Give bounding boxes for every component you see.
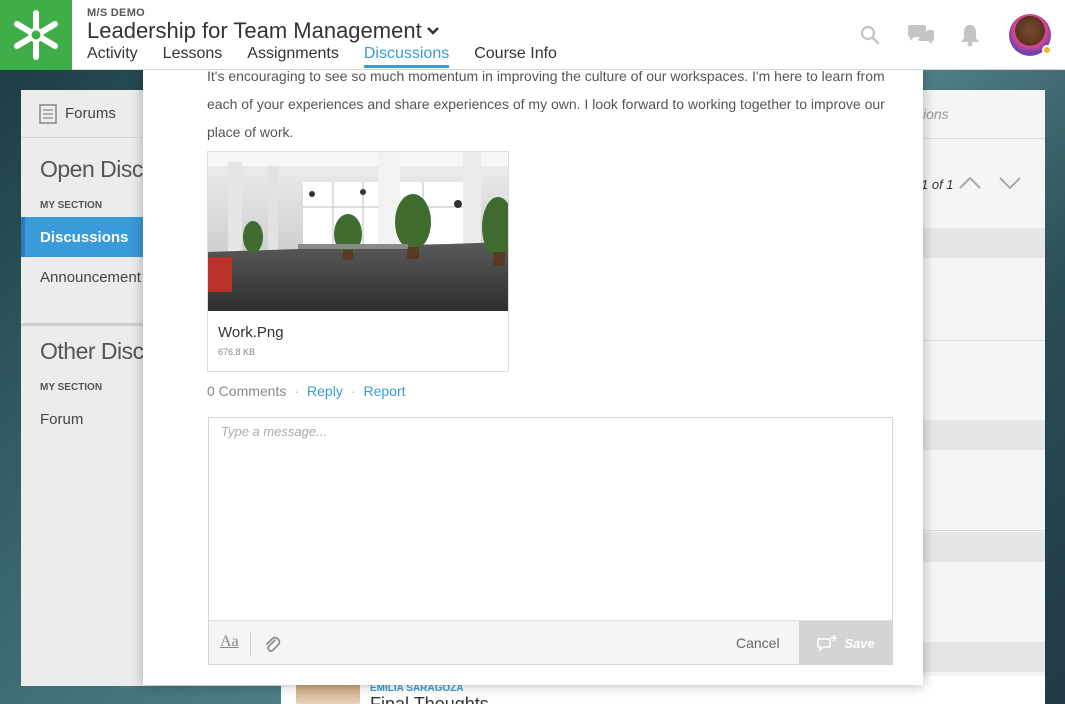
reply-link[interactable]: Reply <box>307 383 343 399</box>
chevron-up-icon[interactable] <box>959 176 981 190</box>
attachment-image[interactable] <box>208 152 508 311</box>
cancel-button[interactable]: Cancel <box>736 635 780 651</box>
save-button[interactable]: Save <box>799 621 892 665</box>
tab-lessons[interactable]: Lessons <box>163 45 223 68</box>
presence-status-dot <box>1042 45 1052 55</box>
message-input[interactable] <box>209 418 892 620</box>
attachment-filename[interactable]: Work.Png <box>218 324 284 341</box>
list-band <box>923 228 1045 258</box>
pager-count: 1 of 1 <box>921 177 954 192</box>
list-band <box>923 642 1045 672</box>
separator-dot: · <box>350 383 356 399</box>
separator-dot: · <box>294 383 300 399</box>
toolbar-separator <box>250 631 251 657</box>
reply-composer: Aa Cancel Save <box>208 417 893 665</box>
tab-activity[interactable]: Activity <box>87 45 138 68</box>
course-nav: Activity Lessons Assignments Discussions… <box>87 45 582 68</box>
top-header: M/S DEMO Leadership for Team Management … <box>0 0 1065 70</box>
post-actions: 0 Comments · Reply · Report <box>207 383 406 399</box>
other-section-label: MY SECTION <box>40 382 103 393</box>
list-row-divider <box>923 530 1045 531</box>
composer-toolbar: Aa Cancel Save <box>209 620 892 665</box>
tab-assignments[interactable]: Assignments <box>247 45 339 68</box>
messages-icon[interactable] <box>906 24 936 46</box>
tab-course-info[interactable]: Course Info <box>474 45 557 68</box>
sessions-tab-fragment[interactable]: ions <box>923 106 949 122</box>
strip-divider <box>923 138 1045 139</box>
sidebar-forums-label: Forums <box>65 105 116 122</box>
attachment-filesize: 676.8 KB <box>218 347 256 357</box>
report-link[interactable]: Report <box>364 383 406 399</box>
paperclip-icon[interactable] <box>263 634 281 654</box>
bell-icon[interactable] <box>960 23 980 47</box>
chevron-down-icon[interactable] <box>999 176 1021 190</box>
save-label: Save <box>844 635 875 651</box>
list-row-divider <box>923 340 1045 341</box>
forum-list-icon <box>39 103 57 124</box>
author-photo <box>296 684 360 704</box>
tab-discussions[interactable]: Discussions <box>363 45 450 68</box>
course-title-text: Leadership for Team Management <box>87 18 422 43</box>
list-band <box>923 420 1045 450</box>
text-format-button[interactable]: Aa <box>220 633 239 651</box>
add-comment-icon <box>817 635 838 652</box>
search-icon[interactable] <box>860 25 880 45</box>
course-title[interactable]: Leadership for Team Management <box>87 18 440 44</box>
post-title[interactable]: Final Thoughts <box>370 694 489 704</box>
comments-count-link[interactable]: 0 Comments <box>207 383 286 399</box>
post-body-text: It's encouraging to see so much momentum… <box>207 68 885 140</box>
list-band <box>923 532 1045 562</box>
open-section-label: MY SECTION <box>40 200 103 211</box>
attachment-card[interactable]: Work.Png 676.8 KB <box>207 151 509 372</box>
app-logo[interactable] <box>0 0 72 70</box>
asterisk-logo-icon <box>14 10 58 60</box>
chevron-down-icon <box>426 27 439 35</box>
